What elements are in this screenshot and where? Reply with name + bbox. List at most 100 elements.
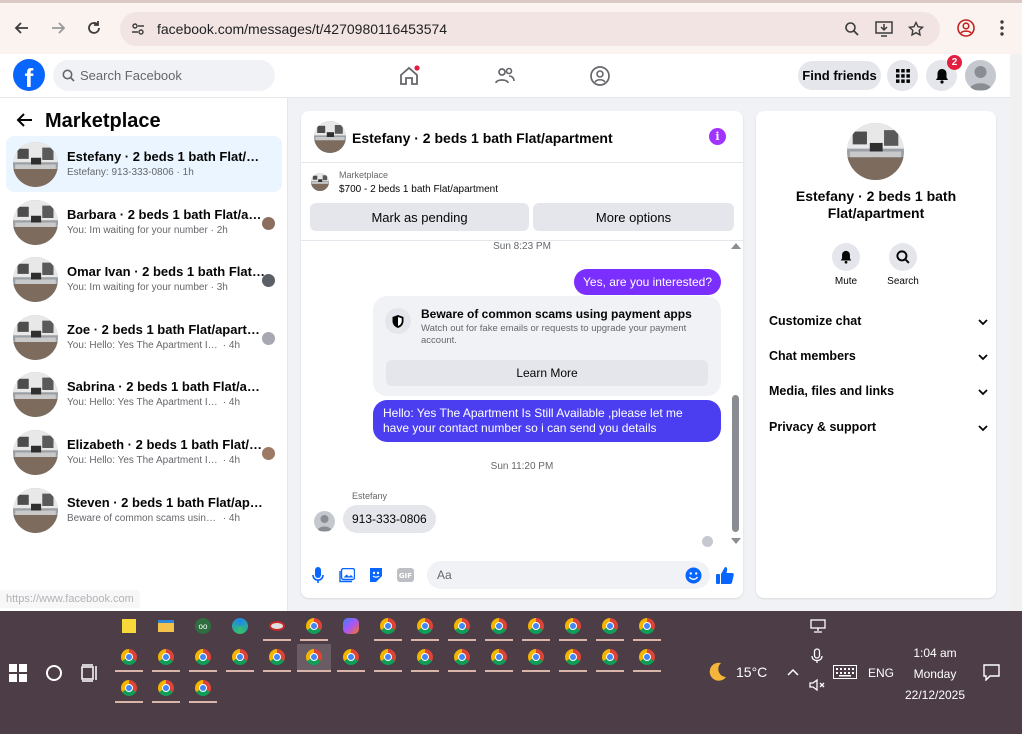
friends-icon[interactable] <box>494 65 516 87</box>
more-options-button[interactable]: More options <box>533 203 734 231</box>
chrome-icon[interactable] <box>522 644 550 672</box>
cortana-search-icon[interactable] <box>46 665 62 681</box>
chrome-icon[interactable] <box>300 613 328 641</box>
sender-avatar[interactable] <box>314 511 335 532</box>
chrome-icon[interactable] <box>152 644 180 672</box>
find-friends-button[interactable]: Find friends <box>798 61 881 90</box>
search-icon[interactable] <box>889 243 917 271</box>
notification-center-icon[interactable] <box>983 664 1000 681</box>
chat-thumbnail[interactable] <box>314 121 346 153</box>
message-input[interactable] <box>427 561 710 589</box>
app-icon[interactable]: oo <box>189 613 217 641</box>
sticker-icon[interactable] <box>367 566 385 584</box>
listing-thumbnail[interactable] <box>311 173 329 191</box>
emoji-icon[interactable] <box>684 566 702 584</box>
photo-icon[interactable] <box>338 566 356 584</box>
conversation-item[interactable]: Sabrina · 2 beds 1 bath Flat/apart... Yo… <box>6 366 282 422</box>
back-icon[interactable] <box>10 16 34 40</box>
conversation-item[interactable]: Zoe · 2 beds 1 bath Flat/apartm... You: … <box>6 309 282 365</box>
chrome-icon[interactable] <box>559 613 587 641</box>
facebook-logo[interactable]: f <box>13 59 45 91</box>
conversation-item[interactable]: Steven · 2 beds 1 bath Flat/apartm... Be… <box>6 482 282 538</box>
groups-icon[interactable] <box>589 65 611 87</box>
chrome-icon[interactable] <box>485 613 513 641</box>
scroll-down-icon[interactable] <box>731 538 741 544</box>
keyboard-icon[interactable] <box>833 665 857 679</box>
incoming-message[interactable]: 913-333-0806 <box>343 505 436 533</box>
site-settings-icon[interactable] <box>128 19 148 39</box>
chrome-icon-active[interactable] <box>297 644 331 672</box>
input-language[interactable]: ENG <box>868 666 894 680</box>
chrome-icon[interactable] <box>374 644 402 672</box>
outgoing-message[interactable]: Hello: Yes The Apartment Is Still Availa… <box>373 400 721 442</box>
task-view-icon[interactable] <box>81 664 99 682</box>
back-arrow-icon[interactable] <box>16 111 36 131</box>
customize-chat-section[interactable]: Customize chat <box>769 314 989 334</box>
microphone-icon[interactable] <box>309 566 327 584</box>
browser-menu-icon[interactable] <box>990 16 1014 40</box>
mark-pending-button[interactable]: Mark as pending <box>310 203 529 231</box>
chrome-icon[interactable] <box>115 675 143 703</box>
windows-start-icon[interactable] <box>9 664 27 682</box>
listing-price[interactable]: $700 - 2 beds 1 bath Flat/apartment <box>339 184 498 195</box>
privacy-support-section[interactable]: Privacy & support <box>769 420 989 440</box>
chrome-icon[interactable] <box>411 613 439 641</box>
chat-scroll-thumb[interactable] <box>732 395 739 532</box>
volume-muted-icon[interactable] <box>809 678 825 692</box>
reload-icon[interactable] <box>82 16 106 40</box>
info-icon[interactable]: i <box>709 128 726 145</box>
outgoing-message[interactable]: Yes, are you interested? <box>574 269 721 295</box>
file-explorer-icon[interactable] <box>152 613 180 641</box>
listing-image[interactable] <box>847 123 904 180</box>
like-thumb-icon[interactable] <box>716 566 734 584</box>
weather-widget[interactable]: 15°C <box>706 661 767 683</box>
bookmark-star-icon[interactable] <box>906 19 926 39</box>
zoom-icon[interactable] <box>842 19 862 39</box>
chrome-icon[interactable] <box>189 675 217 703</box>
conversation-item[interactable]: Elizabeth · 2 beds 1 bath Flat/ap... You… <box>6 424 282 480</box>
edge-browser-icon[interactable] <box>226 613 254 641</box>
scroll-up-icon[interactable] <box>731 243 741 249</box>
chrome-icon[interactable] <box>522 613 550 641</box>
chrome-icon[interactable] <box>448 644 476 672</box>
chrome-icon[interactable] <box>448 613 476 641</box>
chrome-icon[interactable] <box>596 613 624 641</box>
chrome-icon[interactable] <box>337 644 365 672</box>
page-scrollbar[interactable] <box>1010 54 1022 611</box>
network-icon[interactable] <box>810 619 826 633</box>
chrome-icon[interactable] <box>596 644 624 672</box>
profile-icon[interactable] <box>954 16 978 40</box>
forward-icon[interactable] <box>46 16 70 40</box>
learn-more-button[interactable]: Learn More <box>386 360 708 386</box>
gif-icon[interactable]: GIF <box>396 566 414 584</box>
chrome-icon[interactable] <box>411 644 439 672</box>
chrome-icon[interactable] <box>226 644 254 672</box>
menu-grid-icon[interactable] <box>887 60 918 91</box>
address-bar[interactable]: facebook.com/messages/t/4270980116453574 <box>120 12 940 46</box>
conversation-item[interactable]: Omar Ivan · 2 beds 1 bath Flat/a... You:… <box>6 251 282 307</box>
facebook-search[interactable]: Search Facebook <box>53 60 275 91</box>
install-app-icon[interactable] <box>874 19 894 39</box>
chrome-icon[interactable] <box>263 644 291 672</box>
bell-icon[interactable] <box>832 243 860 271</box>
chat-title[interactable]: Estefany · 2 beds 1 bath Flat/apartment <box>352 130 613 146</box>
chrome-icon[interactable] <box>115 644 143 672</box>
chrome-icon[interactable] <box>152 675 180 703</box>
chat-members-section[interactable]: Chat members <box>769 349 989 369</box>
home-icon[interactable] <box>398 65 420 87</box>
chrome-icon[interactable] <box>485 644 513 672</box>
system-clock[interactable]: 1:04 am Monday 22/12/2025 <box>895 643 975 706</box>
microphone-icon[interactable] <box>811 648 823 664</box>
chrome-icon[interactable] <box>559 644 587 672</box>
media-files-section[interactable]: Media, files and links <box>769 384 989 404</box>
chevron-up-icon[interactable] <box>787 668 799 676</box>
app-icon[interactable] <box>263 613 291 641</box>
conversation-item[interactable]: Barbara · 2 beds 1 bath Flat/apa... You:… <box>6 194 282 250</box>
chrome-icon[interactable] <box>633 613 661 641</box>
chrome-icon[interactable] <box>633 644 661 672</box>
sticky-notes-icon[interactable] <box>115 613 143 641</box>
chrome-icon[interactable] <box>374 613 402 641</box>
account-avatar[interactable] <box>965 60 996 91</box>
conversation-item[interactable]: Estefany · 2 beds 1 bath Flat/apart... E… <box>6 136 282 192</box>
chrome-icon[interactable] <box>189 644 217 672</box>
